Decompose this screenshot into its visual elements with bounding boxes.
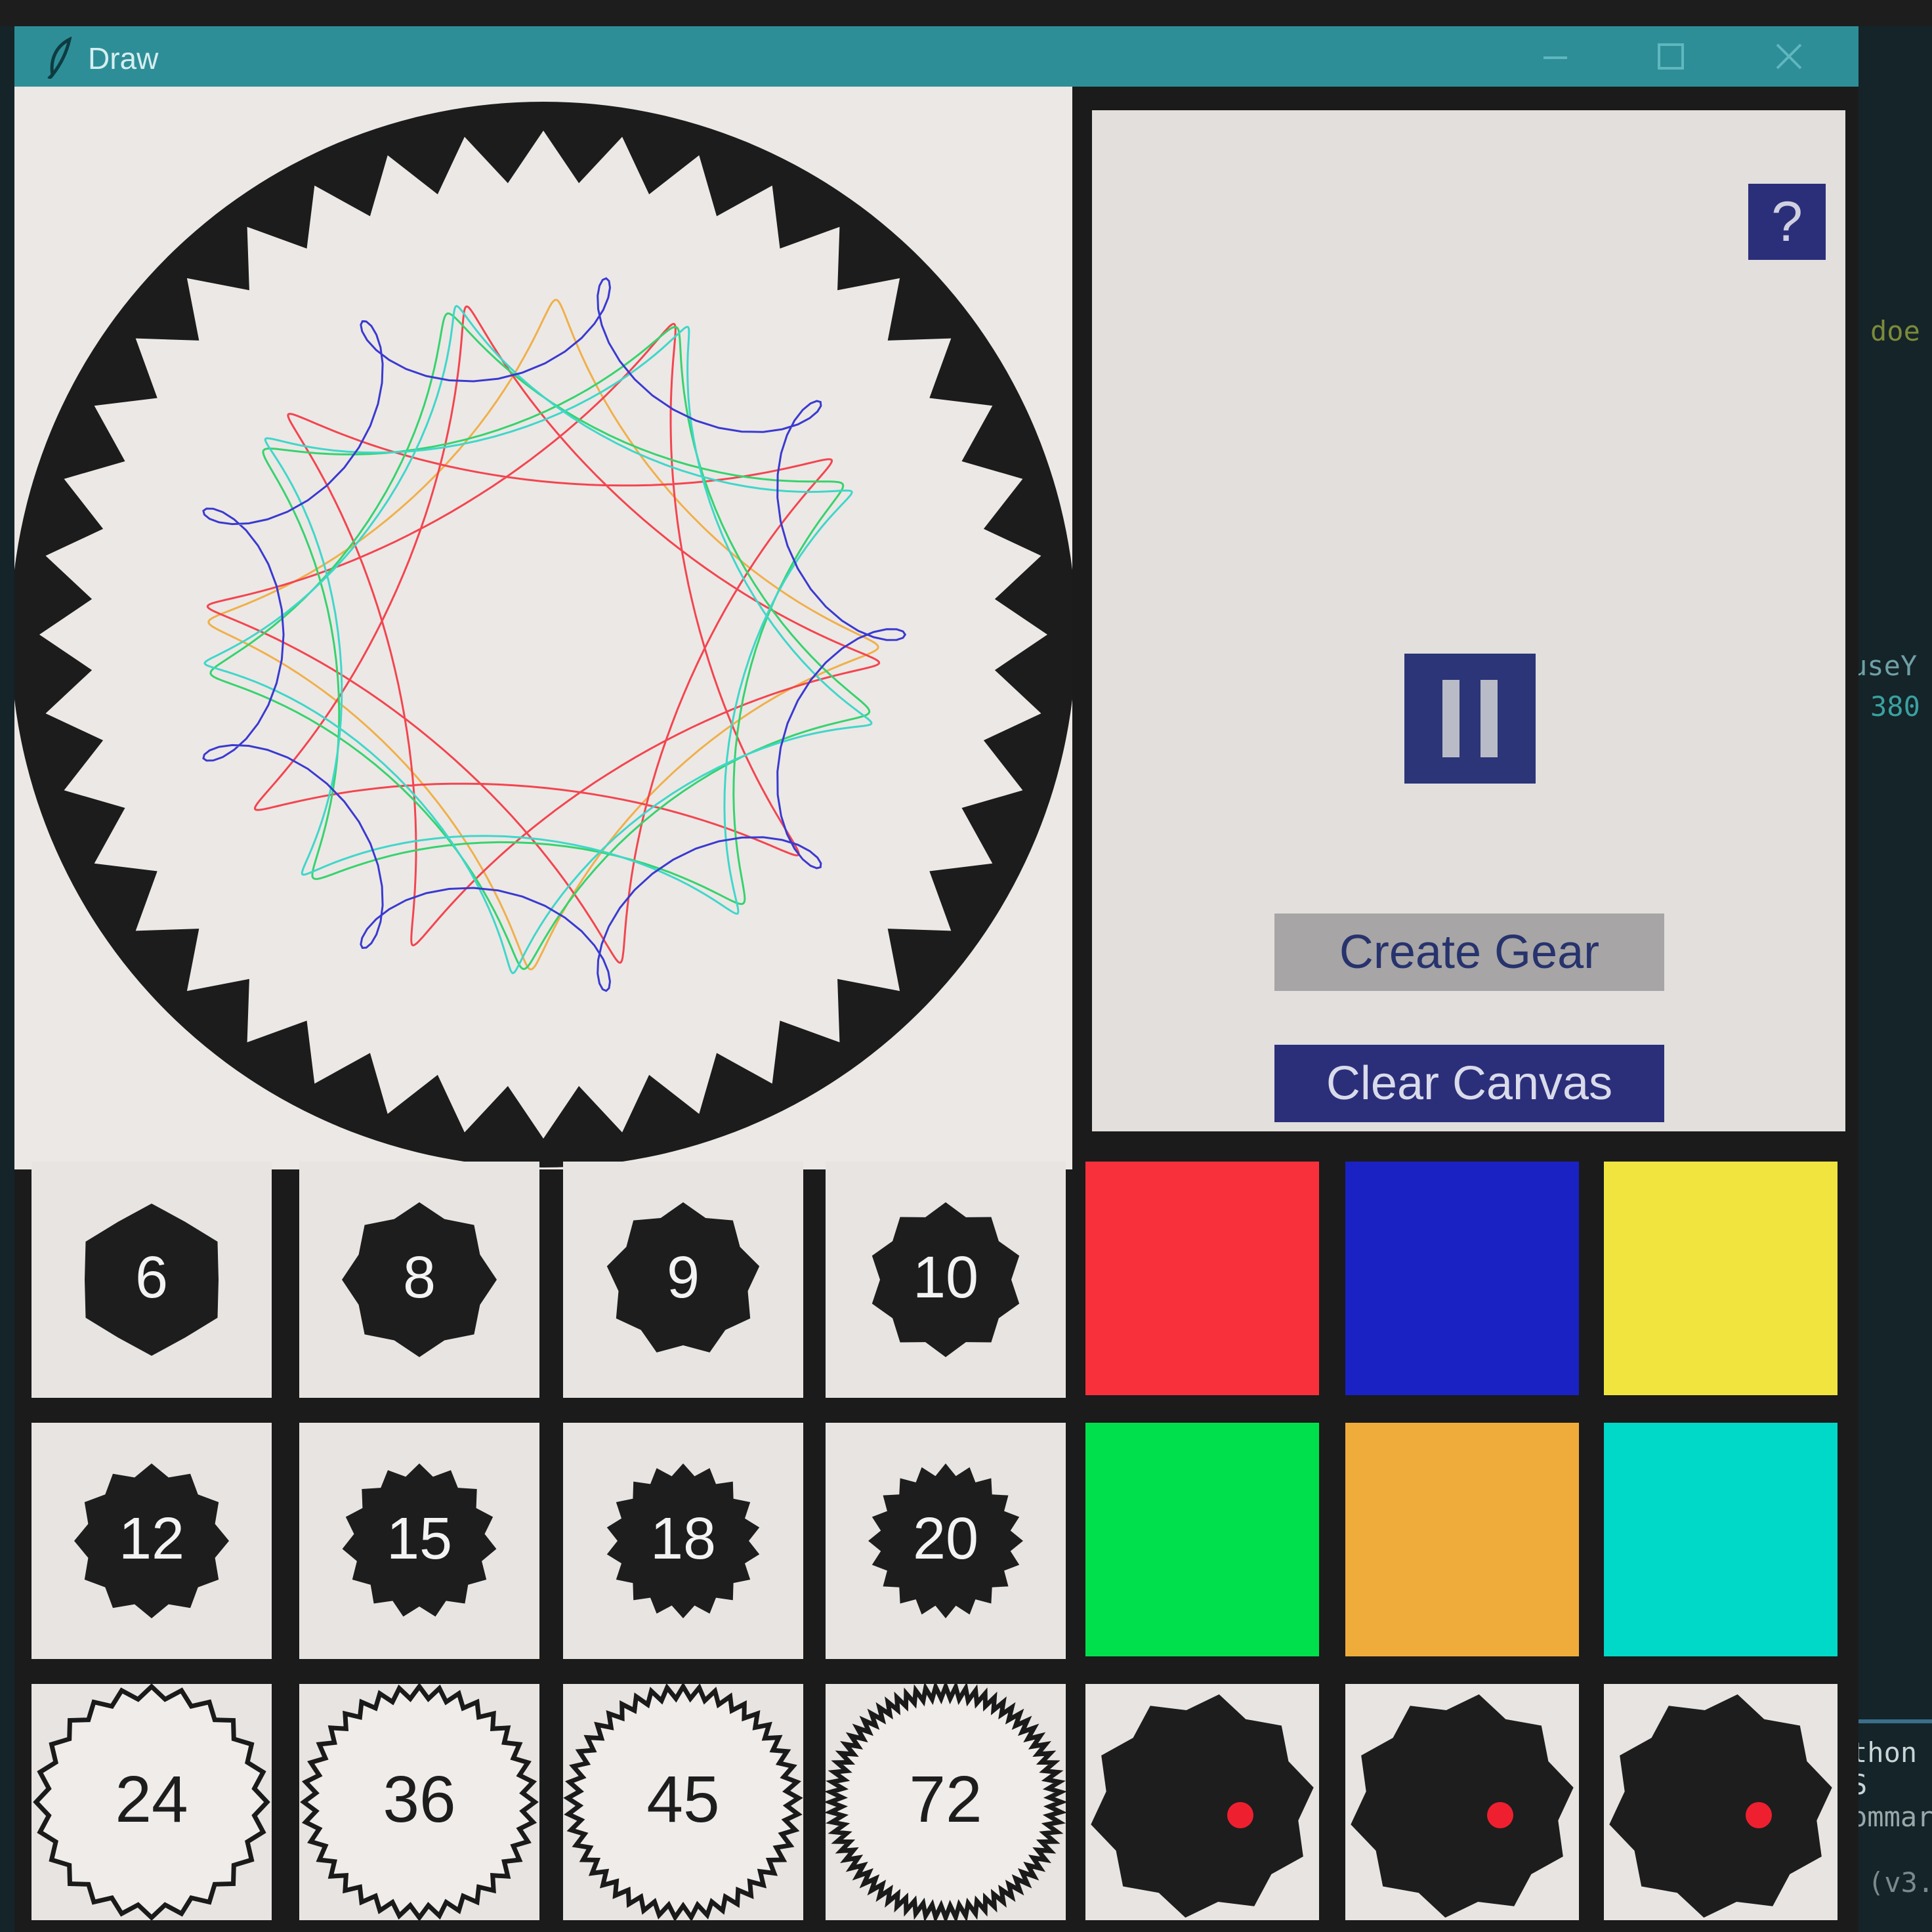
gear-size-label: 36 [383, 1763, 456, 1836]
gear-size-label: 12 [118, 1506, 185, 1572]
gear-size-label: 72 [909, 1763, 982, 1836]
window-title: Draw [88, 41, 159, 75]
color-swatch[interactable] [1604, 1423, 1838, 1656]
gear-size-label: 10 [912, 1245, 979, 1311]
maximize-icon[interactable] [1650, 35, 1692, 77]
color-swatch[interactable] [1085, 1423, 1319, 1656]
gear-size-button[interactable]: 9 [563, 1162, 803, 1398]
ide-snippet: 380 [1870, 690, 1920, 723]
pen-gear-icon [1351, 1694, 1574, 1918]
color-swatch[interactable] [1604, 1162, 1838, 1395]
gear-size-button[interactable]: 10 [826, 1162, 1066, 1398]
pen-dot [1227, 1802, 1253, 1828]
spirograph-drawing [14, 102, 1072, 1167]
pen-position-button[interactable] [1085, 1684, 1319, 1920]
gear-size-button[interactable]: 12 [32, 1423, 272, 1659]
feather-icon [47, 37, 72, 79]
ide-snippet: doe [1870, 315, 1920, 347]
ring-gear-icon [14, 102, 1072, 1167]
control-panel: ? Create Gear Clear Canvas [1092, 110, 1845, 1131]
gear-size-button[interactable]: 36 [299, 1684, 539, 1920]
gear-size-button[interactable]: 8 [299, 1162, 539, 1398]
gear-size-button[interactable]: 18 [563, 1423, 803, 1659]
gear-size-button[interactable]: 20 [826, 1423, 1066, 1659]
gear-size-label: 8 [402, 1245, 436, 1311]
gear-size-label: 9 [666, 1245, 700, 1311]
help-button[interactable]: ? [1748, 184, 1826, 260]
pen-gear-icon [1091, 1694, 1314, 1918]
pen-dot [1746, 1802, 1772, 1828]
pause-icon [1442, 680, 1498, 757]
ide-snippet: (v3. [1868, 1866, 1932, 1899]
gear-size-button[interactable]: 6 [32, 1162, 272, 1398]
color-swatch[interactable] [1085, 1162, 1319, 1395]
color-swatch[interactable] [1345, 1162, 1579, 1395]
gear-size-label: 24 [115, 1763, 188, 1836]
ide-snippet: thon S [1851, 1736, 1918, 1801]
close-icon[interactable] [1768, 35, 1810, 77]
clear-canvas-button[interactable]: Clear Canvas [1274, 1045, 1664, 1122]
gear-size-label: 20 [912, 1506, 979, 1572]
ide-snippet: ommar [1851, 1801, 1932, 1833]
gear-size-label: 15 [386, 1506, 453, 1572]
minimize-icon[interactable] [1534, 35, 1576, 77]
draw-window: Draw ? Create Gear Clear Canvas 6 8 9 10 12 1… [14, 26, 1858, 1932]
pen-position-button[interactable] [1604, 1684, 1838, 1920]
gear-size-button[interactable]: 15 [299, 1423, 539, 1659]
gear-size-button[interactable]: 45 [563, 1684, 803, 1920]
pause-button[interactable] [1404, 654, 1536, 784]
pen-dot [1487, 1802, 1513, 1828]
color-swatch[interactable] [1345, 1423, 1579, 1656]
gear-size-label: 6 [135, 1245, 169, 1311]
pen-gear-icon [1609, 1694, 1832, 1918]
gear-size-label: 45 [646, 1763, 720, 1836]
pen-position-button[interactable] [1345, 1684, 1579, 1920]
title-bar[interactable]: Draw [14, 26, 1858, 87]
create-gear-button[interactable]: Create Gear [1274, 914, 1664, 991]
gear-size-button[interactable]: 72 [826, 1684, 1066, 1920]
ide-snippet: useY [1851, 650, 1918, 682]
gear-size-button[interactable]: 24 [32, 1684, 272, 1920]
drawing-canvas[interactable] [14, 87, 1072, 1169]
gear-size-label: 18 [650, 1506, 717, 1572]
